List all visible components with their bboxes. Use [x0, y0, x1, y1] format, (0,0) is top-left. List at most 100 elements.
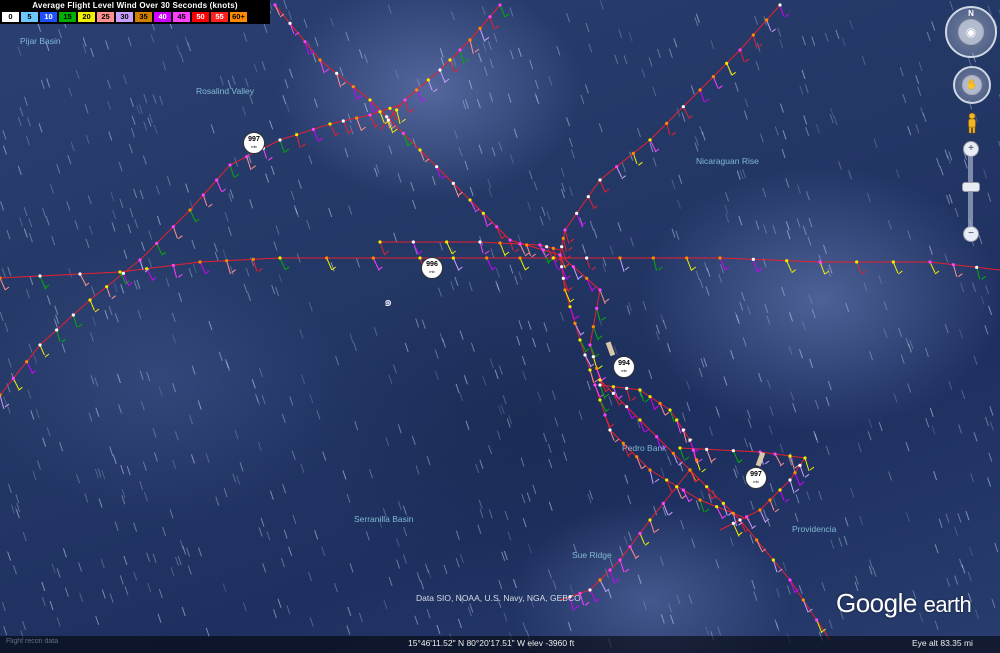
pressure-badge[interactable]: 997 mb	[243, 132, 265, 154]
observation-dot	[681, 105, 685, 109]
observation-dot	[611, 391, 615, 395]
wind-barb-flag	[393, 128, 398, 133]
wind-barb-flag	[958, 273, 963, 278]
wind-barb-flag	[531, 253, 536, 258]
observation-dot	[228, 163, 232, 167]
zoom-slider-handle[interactable]	[962, 182, 980, 192]
wind-barb-flag	[444, 78, 450, 83]
wind-barb-flag	[678, 461, 683, 466]
wind-barb-flag	[231, 269, 236, 274]
wind-barb-flag	[641, 465, 646, 470]
observation-dot	[225, 259, 229, 263]
wind-barb-flag	[161, 251, 166, 256]
wind-barb	[509, 239, 514, 251]
wind-barb-flag	[284, 266, 290, 271]
observation-dot	[588, 588, 592, 592]
wind-barb	[726, 63, 733, 75]
observation-dot	[401, 131, 405, 135]
observation-dot	[738, 48, 742, 52]
pressure-value: 996	[426, 261, 438, 268]
wind-barb-flag	[604, 298, 610, 303]
observation-dot	[598, 378, 602, 382]
pressure-badge[interactable]: 994 mb	[613, 356, 635, 378]
observation-dot	[705, 485, 709, 489]
observation-dot	[661, 501, 665, 505]
observation-dot	[681, 428, 685, 432]
observation-dot	[481, 211, 485, 215]
observation-dot	[678, 446, 682, 450]
observation-dot	[648, 138, 652, 142]
wind-barb-flag	[681, 495, 686, 500]
observation-dot	[478, 26, 482, 30]
wind-barb	[626, 406, 633, 419]
wind-barb-flag	[284, 148, 290, 153]
wind-barb	[594, 384, 601, 397]
look-joystick[interactable]: ◉	[958, 19, 984, 45]
move-control[interactable]: ✋	[953, 66, 991, 104]
observation-dot	[725, 61, 729, 65]
map-view[interactable]: ๑ Average Flight Level Wind Over 30 Seco…	[0, 0, 1000, 653]
observation-dot	[803, 456, 807, 460]
wind-barb-flag	[981, 275, 986, 280]
wind-barb-flag	[258, 267, 263, 272]
wind-barb	[952, 264, 958, 277]
wind-barb-flag	[591, 266, 596, 271]
observation-dot	[378, 240, 382, 244]
wind-barb	[599, 289, 606, 305]
observation-dot	[665, 478, 669, 482]
zoom-out-button[interactable]: −	[963, 226, 979, 242]
wind-barb-flag	[724, 266, 730, 271]
north-indicator[interactable]: N	[968, 9, 974, 18]
pressure-badge[interactable]: 997 mb	[745, 467, 767, 489]
observation-dot	[371, 256, 375, 260]
wind-barb-flag	[738, 531, 743, 536]
observation-dot	[771, 558, 775, 562]
observation-dot	[38, 343, 42, 347]
wind-barb-flag	[809, 466, 815, 471]
wind-barb	[0, 394, 5, 410]
wind-barb	[329, 123, 336, 136]
observation-dot	[438, 68, 442, 72]
street-view-pegman-icon[interactable]	[966, 112, 978, 134]
wind-barb-flag	[501, 235, 506, 240]
wind-barb-flag	[744, 58, 750, 63]
observation-dot	[655, 435, 659, 439]
wind-barb-flag	[584, 601, 590, 606]
observation-dot	[508, 238, 512, 242]
wind-barb-flag	[624, 568, 630, 573]
observation-dot	[618, 558, 622, 562]
wind-barb-flag	[794, 488, 800, 493]
wind-barb	[629, 546, 636, 558]
wind-barb-flag	[221, 188, 226, 193]
wind-barb-flag	[698, 458, 703, 463]
observation-dot	[793, 471, 797, 475]
wind-barb	[296, 134, 301, 149]
observation-dot	[335, 71, 339, 75]
observation-dot	[586, 195, 590, 199]
observation-dot	[788, 578, 792, 582]
wind-barb-flag	[654, 405, 660, 410]
wind-barb	[416, 89, 423, 101]
map-label-pijar-basin: Pijar Basin	[20, 36, 61, 46]
wind-barb-flag	[614, 438, 620, 443]
observation-dot	[560, 265, 564, 269]
status-hint: Flight recon data	[6, 638, 59, 645]
wind-barb	[519, 243, 526, 255]
wind-barb	[459, 49, 465, 64]
observation-dot	[78, 272, 82, 276]
wind-barb	[609, 569, 615, 585]
wind-barb-flag	[668, 511, 673, 516]
zoom-in-button[interactable]: +	[963, 141, 979, 157]
look-around-control[interactable]: N ◉	[945, 6, 997, 58]
observation-dot	[768, 498, 772, 502]
observation-dot	[585, 256, 589, 260]
move-joystick[interactable]: ✋	[962, 75, 982, 95]
wind-barb-flag	[4, 286, 10, 291]
wind-barb-flag	[604, 188, 610, 193]
map-label-providencia: Providencia	[792, 524, 837, 534]
observation-dot	[758, 508, 762, 512]
observation-dot	[648, 468, 652, 472]
pointer-coordinates: 15°46'11.52" N 80°20'17.51" W elev -3960…	[408, 638, 575, 648]
wind-barb-flag	[774, 508, 780, 513]
pressure-badge[interactable]: 996 mb	[421, 257, 443, 279]
